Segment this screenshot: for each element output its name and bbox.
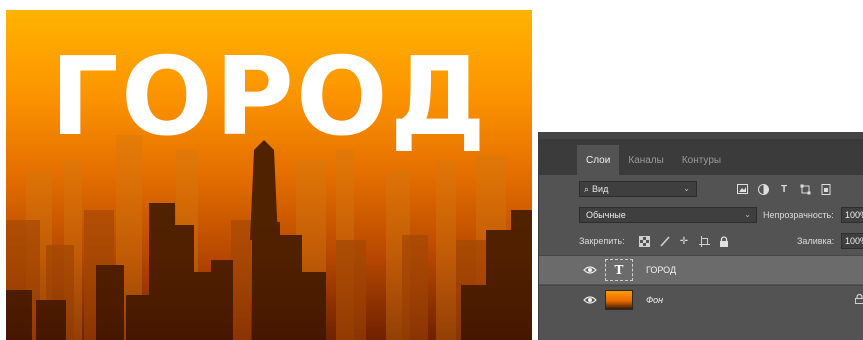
tab-channels[interactable]: Каналы xyxy=(619,145,673,175)
search-icon: ⌕ xyxy=(584,183,590,194)
adjustment-filter-icon[interactable] xyxy=(756,182,770,196)
opacity-label: Непрозрачность: xyxy=(763,210,834,220)
lock-icons: ✛ xyxy=(638,235,730,247)
smart-object-filter-icon[interactable] xyxy=(819,182,833,196)
layer-name[interactable]: ГОРОД xyxy=(646,265,676,275)
layer-row-background[interactable]: Фон xyxy=(539,285,863,314)
type-filter-icon[interactable]: T xyxy=(777,182,791,196)
layer-row-text[interactable]: T ГОРОД xyxy=(539,255,863,284)
blend-mode-select[interactable]: Обычные ⌄ xyxy=(579,207,757,223)
layer-filter-value: Вид xyxy=(592,184,609,194)
tab-paths[interactable]: Контуры xyxy=(673,145,730,175)
city-image: ГОРОД xyxy=(6,10,532,340)
filter-icons: T xyxy=(735,182,833,196)
lock-icon xyxy=(855,293,863,307)
lock-artboard-icon[interactable] xyxy=(698,235,710,247)
opacity-field[interactable]: 100% xyxy=(841,207,863,223)
lock-row: Закрепить: ✛ Заливка: 100% xyxy=(539,232,863,250)
fill-field[interactable]: 100% xyxy=(841,233,863,249)
blend-mode-value: Обычные xyxy=(586,210,626,220)
panel-tabs: Слои Каналы Контуры xyxy=(539,139,863,175)
lock-position-move-icon[interactable]: ✛ xyxy=(678,235,690,247)
chevron-down-icon: ⌄ xyxy=(744,210,751,219)
blend-row: Обычные ⌄ Непрозрачность: 100% xyxy=(539,206,863,224)
lock-transparency-icon[interactable] xyxy=(638,235,650,247)
lock-all-icon[interactable] xyxy=(718,235,730,247)
overlay-text: ГОРОД xyxy=(50,35,488,160)
tab-layers[interactable]: Слои xyxy=(577,145,620,175)
layers-panel: Слои Каналы Контуры ⌕ Вид ⌄ T Обычные ⌄ … xyxy=(538,132,863,340)
image-filter-icon[interactable] xyxy=(735,182,749,196)
eye-icon[interactable] xyxy=(583,295,597,305)
text-layer-thumbnail: T xyxy=(605,259,633,281)
layer-filter-select[interactable]: ⌕ Вид ⌄ xyxy=(579,181,697,197)
background-layer-thumbnail xyxy=(605,290,633,310)
lock-pixels-brush-icon[interactable] xyxy=(658,235,670,247)
shape-filter-icon[interactable] xyxy=(798,182,812,196)
chevron-down-icon: ⌄ xyxy=(683,184,690,193)
panel-top-band xyxy=(539,132,863,139)
layer-name[interactable]: Фон xyxy=(646,295,663,305)
lock-label: Закрепить: xyxy=(579,236,625,246)
fill-label: Заливка: xyxy=(797,236,835,246)
filter-row: ⌕ Вид ⌄ T xyxy=(539,180,863,198)
eye-icon[interactable] xyxy=(583,265,597,275)
